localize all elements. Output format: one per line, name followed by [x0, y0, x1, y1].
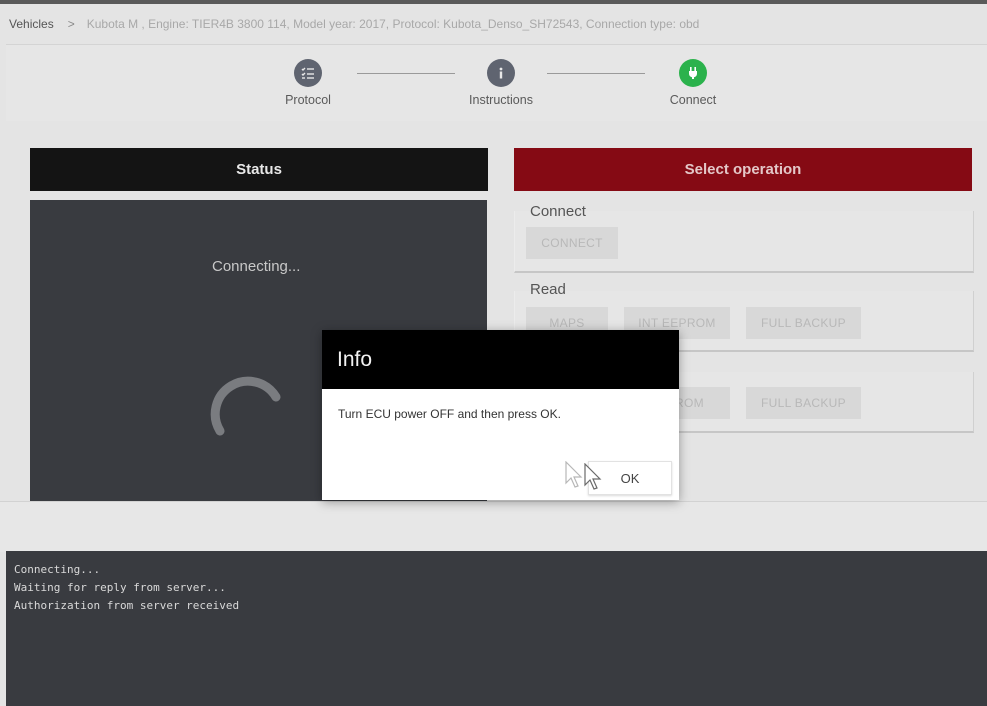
step-label: Instructions: [469, 93, 533, 107]
loading-spinner-icon: [210, 376, 281, 436]
select-operation-header: Select operation: [514, 148, 972, 191]
checklist-icon: [294, 59, 322, 87]
step-instructions[interactable]: Instructions: [441, 59, 561, 107]
step-label: Protocol: [285, 93, 331, 107]
operation-section-connect: Connect CONNECT: [514, 203, 974, 273]
status-header: Status: [30, 148, 488, 191]
breadcrumb-vehicle-detail: Kubota M , Engine: TIER4B 3800 114, Mode…: [86, 17, 700, 31]
console-line: Connecting...: [14, 563, 101, 576]
breadcrumb-vehicles-link[interactable]: Vehicles: [9, 17, 54, 31]
connect-button[interactable]: CONNECT: [526, 227, 618, 259]
stepper-connector: [547, 73, 645, 74]
console-line: Authorization from server received: [14, 599, 240, 612]
info-icon: [487, 59, 515, 87]
console-line: Waiting for reply from server...: [14, 581, 226, 594]
breadcrumb: Vehicles > Kubota M , Engine: TIER4B 380…: [0, 4, 987, 44]
dialog-title: Info: [337, 347, 373, 371]
info-dialog: Info Turn ECU power OFF and then press O…: [322, 330, 679, 500]
step-connect[interactable]: Connect: [633, 59, 753, 107]
read-full-backup-button[interactable]: FULL BACKUP: [746, 307, 861, 339]
write-full-backup-button[interactable]: FULL BACKUP: [746, 387, 861, 419]
dialog-header: Info: [322, 330, 679, 389]
section-title: Read: [530, 281, 566, 298]
step-label: Connect: [669, 93, 717, 107]
section-title: Connect: [530, 203, 586, 220]
step-protocol[interactable]: Protocol: [248, 59, 368, 107]
wizard-stepper: Protocol Instructions Connect: [6, 44, 987, 122]
cursor-trail-icon: [565, 461, 583, 488]
breadcrumb-separator-icon: >: [67, 17, 75, 31]
connecting-text: Connecting...: [212, 258, 301, 275]
mouse-cursor-icon: [584, 463, 602, 490]
bottom-toolbar: [0, 501, 987, 552]
log-console: Connecting... Waiting for reply from ser…: [6, 551, 987, 706]
plug-icon: [679, 59, 707, 87]
dialog-message: Turn ECU power OFF and then press OK.: [338, 407, 561, 421]
